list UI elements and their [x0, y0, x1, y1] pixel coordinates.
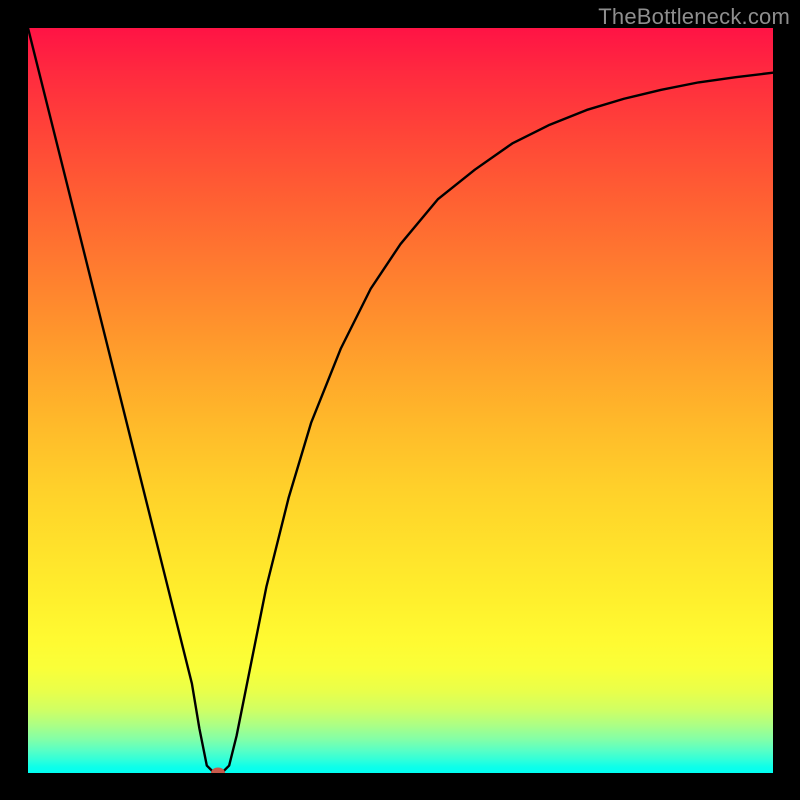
bottleneck-curve	[28, 28, 773, 773]
plot-area	[28, 28, 773, 773]
optimal-point-marker	[211, 768, 225, 774]
chart-stage: TheBottleneck.com	[0, 0, 800, 800]
watermark-text: TheBottleneck.com	[598, 4, 790, 30]
